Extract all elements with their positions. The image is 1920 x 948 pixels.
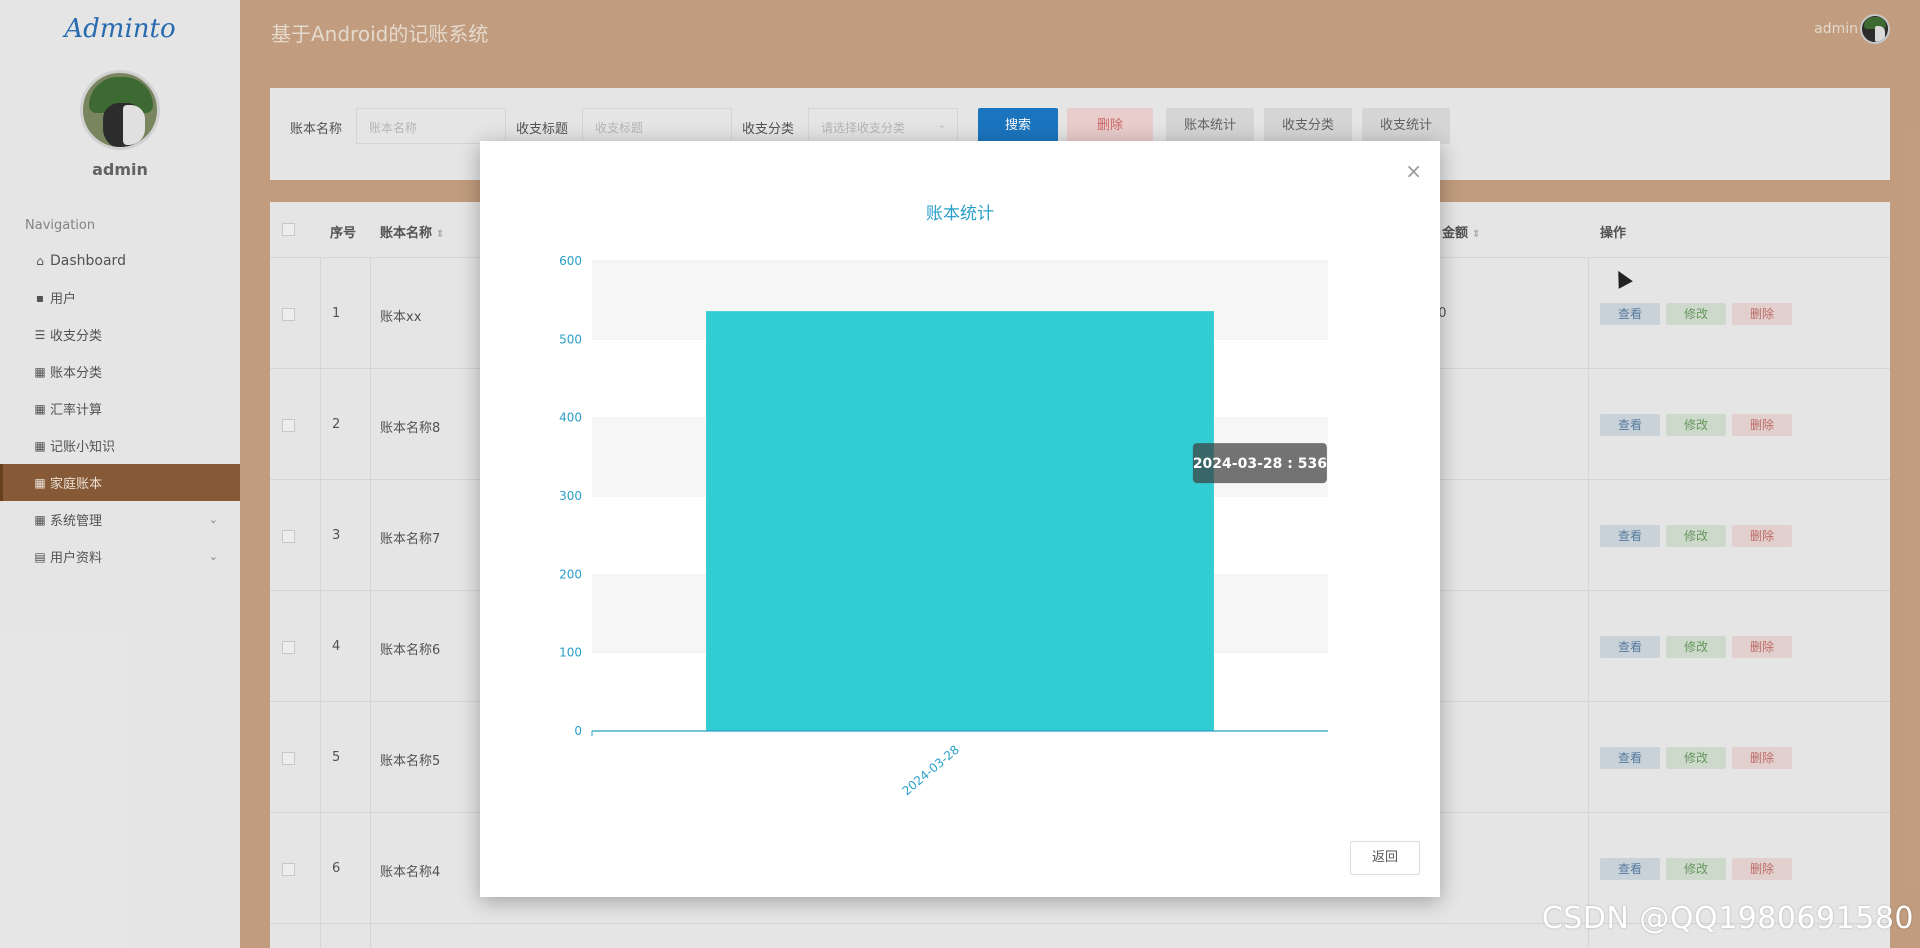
watermark: CSDN @QQ1980691580 xyxy=(1541,901,1914,936)
y-tick-label: 200 xyxy=(559,567,582,581)
y-tick-label: 100 xyxy=(559,646,582,660)
bar xyxy=(706,311,1214,731)
chart-title: 账本统计 xyxy=(926,204,994,224)
tooltip-text: 2024-03-28 : 536 xyxy=(1193,456,1327,472)
stats-modal: × 账本统计 0 100 200 300 400 500 600 2024-03-28 2024-… xyxy=(480,141,1440,897)
y-tick-label: 500 xyxy=(559,332,582,346)
back-button[interactable]: 返回 xyxy=(1350,841,1420,875)
y-tick-label: 600 xyxy=(559,254,582,268)
bar-chart: 账本统计 0 100 200 300 400 500 600 2024-03-28 2024-03… xyxy=(559,204,1328,799)
y-tick-label: 400 xyxy=(559,411,582,425)
y-tick-label: 0 xyxy=(574,724,582,738)
x-tick-label: 2024-03-28 xyxy=(899,743,961,799)
y-tick-label: 300 xyxy=(559,489,582,503)
